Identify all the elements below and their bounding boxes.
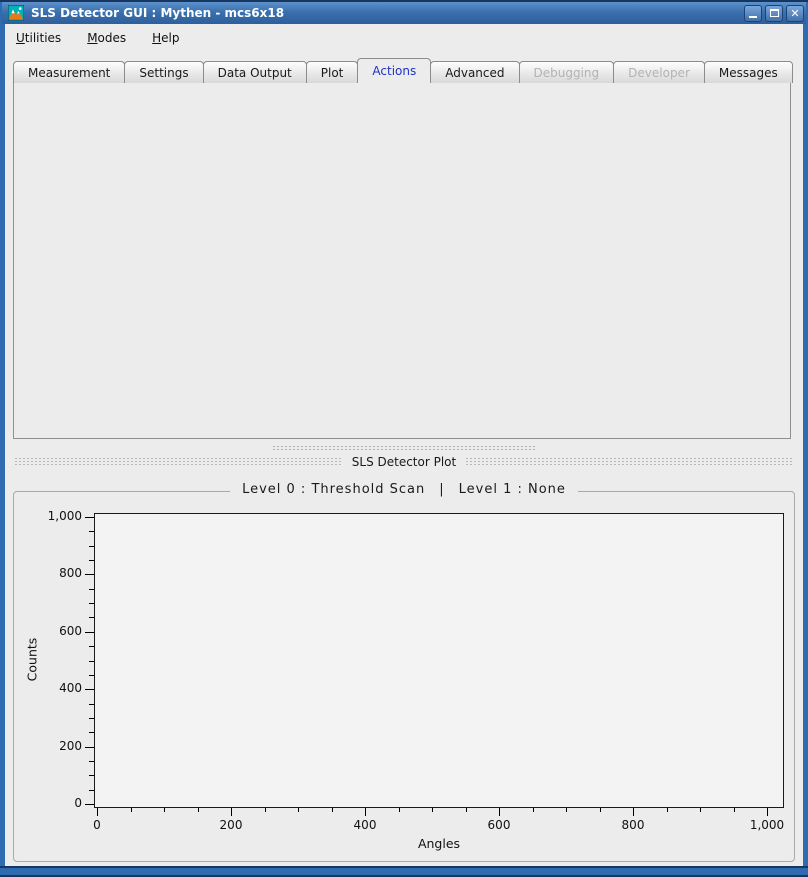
y-axis-tick-label: 800	[22, 566, 82, 580]
plot-title: Level 0 : Threshold Scan | Level 1 : Non…	[230, 482, 578, 497]
y-axis-tick	[85, 747, 94, 748]
splitter-handle[interactable]	[272, 445, 536, 451]
y-axis-minor-tick	[89, 775, 94, 776]
x-axis-minor-tick	[298, 808, 299, 812]
menu-help[interactable]: Help	[146, 29, 185, 47]
y-axis-tick-label: 1,000	[22, 509, 82, 523]
y-axis-minor-tick	[89, 617, 94, 618]
x-axis-tick	[633, 808, 634, 816]
menu-bar: Utilities Modes Help	[10, 28, 186, 48]
y-axis-tick	[85, 574, 94, 575]
actions-tab-panel	[13, 82, 791, 439]
x-axis-tick-label: 600	[467, 818, 531, 832]
plot-dock-titlebar[interactable]: SLS Detector Plot	[14, 453, 794, 471]
x-axis-tick-label: 0	[65, 818, 129, 832]
y-axis-minor-tick	[89, 675, 94, 676]
minimize-glyph	[749, 16, 757, 18]
y-axis-tick-label: 0	[22, 796, 82, 810]
x-axis-tick-label: 200	[199, 818, 263, 832]
application-window: SLS Detector GUI : Mythen - mcs6x18 ✕ Ut…	[0, 0, 808, 877]
y-axis-tick-label: 200	[22, 739, 82, 753]
y-axis-label: Counts	[25, 610, 40, 710]
tab-plot[interactable]: Plot	[306, 61, 359, 83]
tab-measurement[interactable]: Measurement	[13, 61, 125, 83]
y-axis-tick	[85, 689, 94, 690]
x-axis-minor-tick	[533, 808, 534, 812]
y-axis-minor-tick	[89, 603, 94, 604]
x-axis-tick	[767, 808, 768, 816]
x-axis-label: Angles	[406, 836, 472, 851]
close-icon[interactable]: ✕	[786, 5, 804, 22]
x-axis-minor-tick	[332, 808, 333, 812]
y-axis-minor-tick	[89, 546, 94, 547]
minimize-icon[interactable]	[744, 5, 762, 22]
y-axis-tick	[85, 804, 94, 805]
x-axis-minor-tick	[667, 808, 668, 812]
maximize-glyph	[770, 9, 779, 17]
x-axis-minor-tick	[734, 808, 735, 812]
menu-utilities[interactable]: Utilities	[10, 29, 67, 47]
x-axis-minor-tick	[198, 808, 199, 812]
x-axis-minor-tick	[432, 808, 433, 812]
menu-label: elp	[161, 31, 179, 45]
menu-label: odes	[98, 31, 127, 45]
menu-mnemonic: U	[16, 31, 25, 45]
tab-debugging: Debugging	[519, 61, 615, 83]
x-axis-tick	[231, 808, 232, 816]
y-axis-minor-tick	[89, 531, 94, 532]
y-axis-minor-tick	[89, 761, 94, 762]
tab-data-output[interactable]: Data Output	[203, 61, 307, 83]
tab-bar: Measurement Settings Data Output Plot Ac…	[13, 58, 793, 83]
plot-title-level1: Level 1 : None	[459, 482, 566, 497]
tab-settings[interactable]: Settings	[124, 61, 203, 83]
x-axis-minor-tick	[466, 808, 467, 812]
plot-title-level0: Level 0 : Threshold Scan	[242, 482, 425, 497]
menu-mnemonic: M	[87, 31, 97, 45]
y-axis-minor-tick	[89, 661, 94, 662]
menu-label: tilities	[25, 31, 61, 45]
menu-modes[interactable]: Modes	[81, 29, 132, 47]
y-axis-tick	[85, 632, 94, 633]
x-axis-tick	[365, 808, 366, 816]
y-axis-minor-tick	[89, 732, 94, 733]
x-axis-tick-label: 800	[601, 818, 665, 832]
y-axis-minor-tick	[89, 560, 94, 561]
y-axis-minor-tick	[89, 790, 94, 791]
x-axis-minor-tick	[164, 808, 165, 812]
dock-texture-left	[14, 457, 343, 467]
plot-dock-title: SLS Detector Plot	[352, 455, 456, 469]
y-axis-tick	[85, 517, 94, 518]
maximize-icon[interactable]	[765, 5, 783, 22]
x-axis-minor-tick	[131, 808, 132, 812]
x-axis-minor-tick	[700, 808, 701, 812]
x-axis-minor-tick	[600, 808, 601, 812]
tab-messages[interactable]: Messages	[704, 61, 793, 83]
x-axis-minor-tick	[399, 808, 400, 812]
dock-texture-right	[465, 457, 794, 467]
tab-advanced[interactable]: Advanced	[430, 61, 519, 83]
plot-title-separator: |	[439, 482, 444, 497]
y-axis-minor-tick	[89, 646, 94, 647]
x-axis-minor-tick	[265, 808, 266, 812]
tab-developer: Developer	[613, 61, 705, 83]
plot-canvas[interactable]	[94, 513, 784, 808]
window-controls: ✕	[744, 5, 804, 22]
window-title: SLS Detector GUI : Mythen - mcs6x18	[31, 6, 284, 20]
y-axis-minor-tick	[89, 589, 94, 590]
tab-actions[interactable]: Actions	[357, 58, 431, 83]
window-border-bottom-inner	[0, 866, 808, 868]
x-axis-tick-label: 1,000	[735, 818, 799, 832]
y-axis-minor-tick	[89, 704, 94, 705]
y-axis-minor-tick	[89, 718, 94, 719]
menu-mnemonic: H	[152, 31, 161, 45]
window-titlebar: SLS Detector GUI : Mythen - mcs6x18 ✕	[2, 2, 806, 24]
x-axis-tick	[97, 808, 98, 816]
x-axis-minor-tick	[566, 808, 567, 812]
x-axis-tick-label: 400	[333, 818, 397, 832]
x-axis-tick	[499, 808, 500, 816]
mountain-app-icon	[8, 5, 24, 21]
